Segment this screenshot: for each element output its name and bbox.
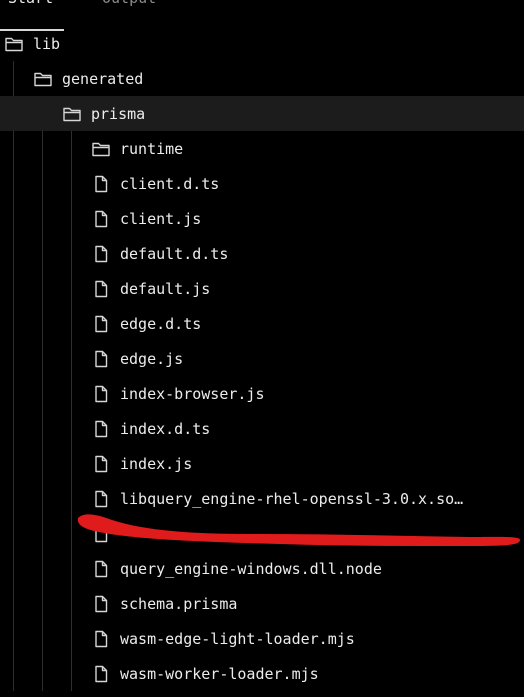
file-icon [91, 454, 111, 474]
folder-icon [62, 104, 82, 124]
file-icon [91, 349, 111, 369]
tree-item-label: client.d.ts [120, 174, 220, 193]
file-icon [91, 244, 111, 264]
tree-file-row[interactable]: index-browser.js [0, 376, 524, 411]
tree-item-label: default.d.ts [120, 244, 229, 263]
tree-item-label: lib [33, 34, 61, 53]
tree-item-label: libquery_engine-rhel-openssl-3.0.x.so… [120, 489, 464, 508]
tree-file-row[interactable]: schema.prisma [0, 586, 524, 621]
tree-file-row[interactable]: wasm-worker-loader.mjs [0, 656, 524, 691]
tree-item-label: query_engine-windows.dll.node [120, 559, 382, 578]
folder-icon [33, 69, 53, 89]
tree-file-row[interactable]: client.js [0, 201, 524, 236]
file-icon [91, 594, 111, 614]
tree-file-row[interactable]: default.d.ts [0, 236, 524, 271]
tree-item-label: edge.d.ts [120, 314, 202, 333]
tree-file-row[interactable]: query_engine-windows.dll.node [0, 551, 524, 586]
tree-item-label: index.d.ts [120, 419, 211, 438]
file-icon [91, 279, 111, 299]
tree-item-label: index-browser.js [120, 384, 265, 403]
tree-file-row[interactable]: edge.d.ts [0, 306, 524, 341]
file-icon [91, 384, 111, 404]
file-icon [91, 314, 111, 334]
tab-start[interactable]: Start [8, 0, 53, 8]
file-icon [91, 524, 111, 544]
tree-item-label: edge.js [120, 349, 184, 368]
tree-file-row[interactable]: index.js [0, 446, 524, 481]
folder-icon [91, 139, 111, 159]
tree-folder-row[interactable]: runtime [0, 131, 524, 166]
tree-item-label: wasm-edge-light-loader.mjs [120, 629, 355, 648]
folder-icon [4, 34, 24, 54]
tree-folder-row[interactable]: lib [0, 26, 524, 61]
file-icon [91, 559, 111, 579]
tree-item-label: client.js [120, 209, 202, 228]
file-icon [91, 489, 111, 509]
tree-folder-row[interactable]: prisma [0, 96, 524, 131]
tree-file-row[interactable]: wasm-edge-light-loader.mjs [0, 621, 524, 656]
file-icon [91, 419, 111, 439]
tree-file-row[interactable]: default.js [0, 271, 524, 306]
tree-file-row[interactable]: client.d.ts [0, 166, 524, 201]
file-icon [91, 174, 111, 194]
tree-folder-row[interactable]: generated [0, 61, 524, 96]
tree-file-row[interactable]: index.d.ts [0, 411, 524, 446]
tab-output[interactable]: Output [102, 0, 156, 8]
tree-file-row[interactable] [0, 516, 524, 551]
file-icon [91, 664, 111, 684]
tree-item-label: wasm-worker-loader.mjs [120, 664, 319, 683]
tree-item-label: generated [62, 69, 144, 88]
tree-item-label: default.js [120, 279, 211, 298]
file-icon [91, 629, 111, 649]
tree-file-row[interactable]: libquery_engine-rhel-openssl-3.0.x.so… [0, 481, 524, 516]
tree-item-label: schema.prisma [120, 594, 238, 613]
tree-file-row[interactable]: edge.js [0, 341, 524, 376]
tree-item-label: prisma [91, 104, 146, 123]
tree-item-label: runtime [120, 139, 184, 158]
file-icon [91, 209, 111, 229]
tree-item-label: index.js [120, 454, 193, 473]
